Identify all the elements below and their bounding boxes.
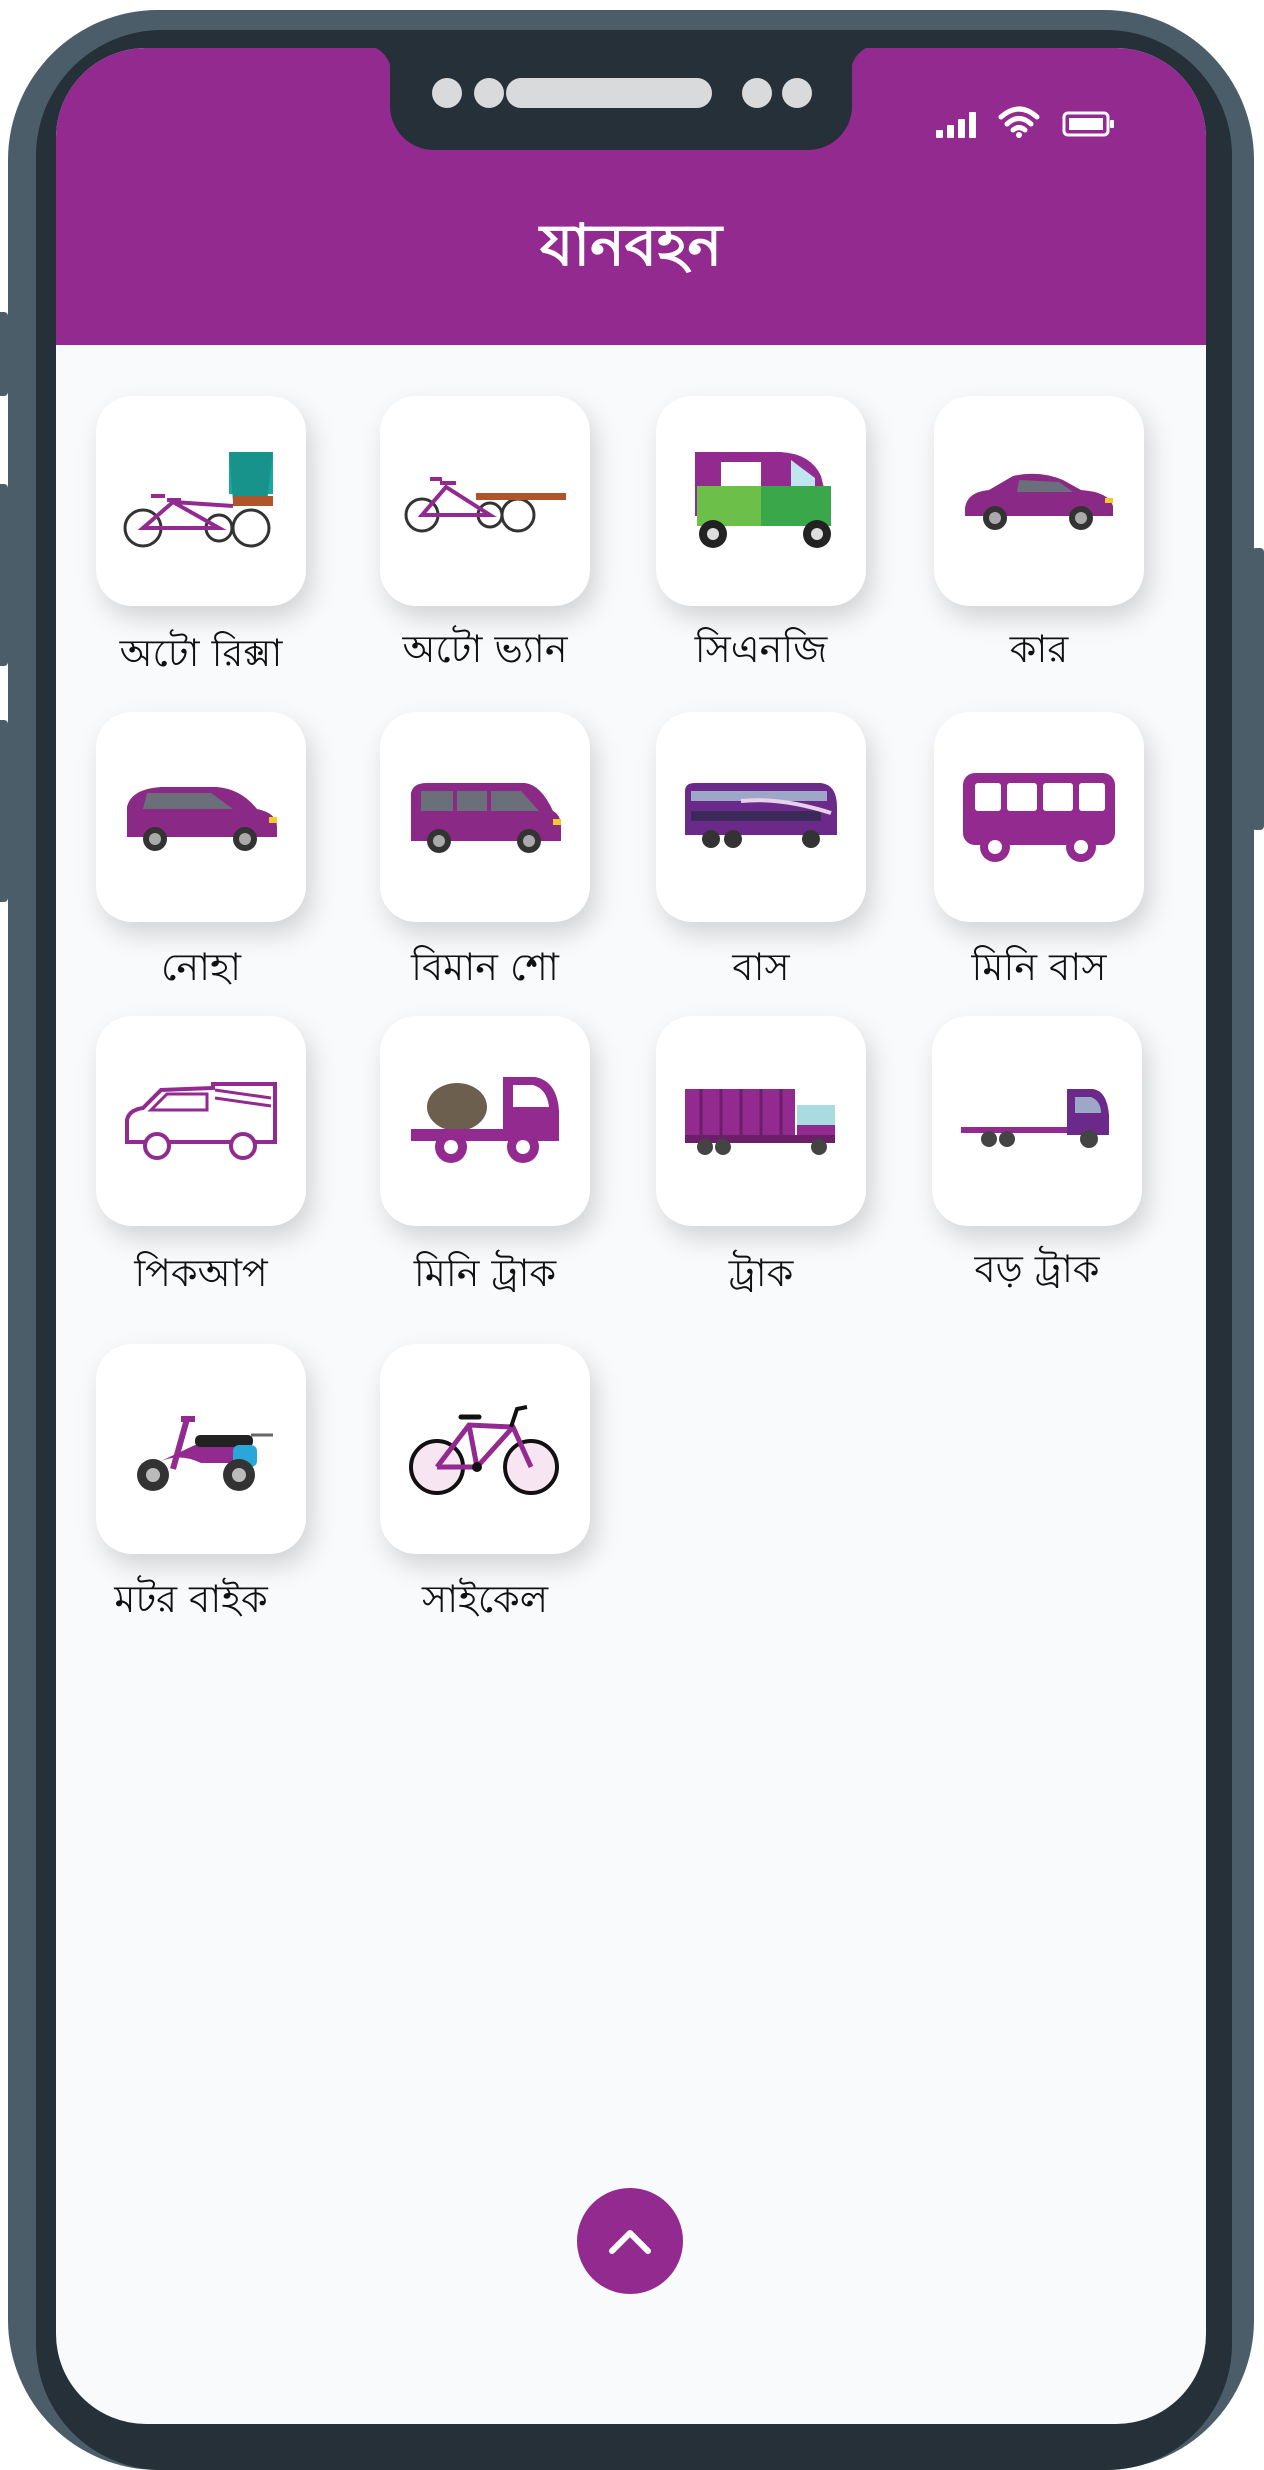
app-header: যানবহন <box>56 48 1206 345</box>
vehicle-tile-pickup[interactable] <box>96 1016 306 1226</box>
vehicle-tile-cng[interactable] <box>656 396 866 606</box>
side-button-power <box>1252 548 1264 830</box>
vehicle-tile-minivan[interactable] <box>380 712 590 922</box>
vehicle-tile-motorbike[interactable] <box>96 1344 306 1554</box>
truck-icon <box>685 1089 835 1155</box>
vehicle-tile-mini-truck[interactable] <box>380 1016 590 1226</box>
big-truck-icon <box>961 1089 1109 1148</box>
motorbike-icon <box>137 1416 273 1491</box>
mini-truck-icon <box>411 1077 559 1163</box>
vehicle-label: মটর বাইক <box>114 1577 268 1621</box>
minivan-icon <box>411 783 561 853</box>
mini-bus-icon <box>963 773 1115 862</box>
vehicle-label: কার <box>1009 627 1069 671</box>
vehicle-label: অটো রিক্সা <box>119 631 283 675</box>
chevron-up-icon <box>609 2230 651 2254</box>
page-title: যানবহন <box>539 211 723 279</box>
vehicle-label: বিমান শো <box>411 945 559 989</box>
signal-icon <box>936 112 976 138</box>
speaker-grille <box>506 78 712 108</box>
cng-icon <box>695 452 831 548</box>
vehicle-tile-big-truck[interactable] <box>932 1016 1142 1226</box>
vehicle-tile-bus[interactable] <box>656 712 866 922</box>
bus-icon <box>685 783 837 848</box>
vehicle-tile-bicycle[interactable] <box>380 1344 590 1554</box>
pickup-icon <box>125 1082 277 1160</box>
vehicle-tile-auto-van[interactable] <box>380 396 590 606</box>
notch <box>362 48 880 150</box>
vehicle-label: মিনি ট্রাক <box>413 1251 557 1295</box>
camera-dot <box>782 78 812 108</box>
side-button-volume-down <box>0 720 8 902</box>
status-bar <box>936 106 1116 138</box>
sensor-dot <box>432 78 462 108</box>
auto-rickshaw-icon <box>123 452 273 548</box>
vehicle-tile-mini-bus[interactable] <box>934 712 1144 922</box>
vehicle-label: পিকআপ <box>134 1251 268 1295</box>
vehicle-tile-noah[interactable] <box>96 712 306 922</box>
vehicle-label: সাইকেল <box>421 1577 549 1621</box>
vehicle-tile-car[interactable] <box>934 396 1144 606</box>
vehicle-tile-truck[interactable] <box>656 1016 866 1226</box>
vehicle-label: সিএনজি <box>694 627 828 671</box>
vehicle-label: বড় ট্রাক <box>974 1247 1100 1291</box>
vehicle-tile-auto-rickshaw[interactable] <box>96 396 306 606</box>
app-screen: যানবহন অটো রিক্সা অটো ভ্যান সিএনজি কার ন… <box>56 48 1206 2424</box>
vehicle-label: ট্রাক <box>728 1251 794 1295</box>
wifi-icon <box>998 106 1040 138</box>
side-button-mute <box>0 312 8 396</box>
auto-van-icon <box>404 477 566 533</box>
sensor-dot <box>742 78 772 108</box>
sensor-dot <box>474 78 504 108</box>
scroll-to-top-button[interactable] <box>577 2188 683 2294</box>
vehicle-label: নোহা <box>160 945 242 989</box>
vehicle-label: বাস <box>732 945 790 989</box>
vehicle-label: মিনি বাস <box>971 945 1107 989</box>
vehicle-label: অটো ভ্যান <box>402 627 568 671</box>
bicycle-icon <box>409 1405 559 1495</box>
noah-icon <box>127 787 277 851</box>
car-icon <box>965 473 1113 530</box>
side-button-volume-up <box>0 484 8 666</box>
battery-icon <box>1062 111 1114 137</box>
